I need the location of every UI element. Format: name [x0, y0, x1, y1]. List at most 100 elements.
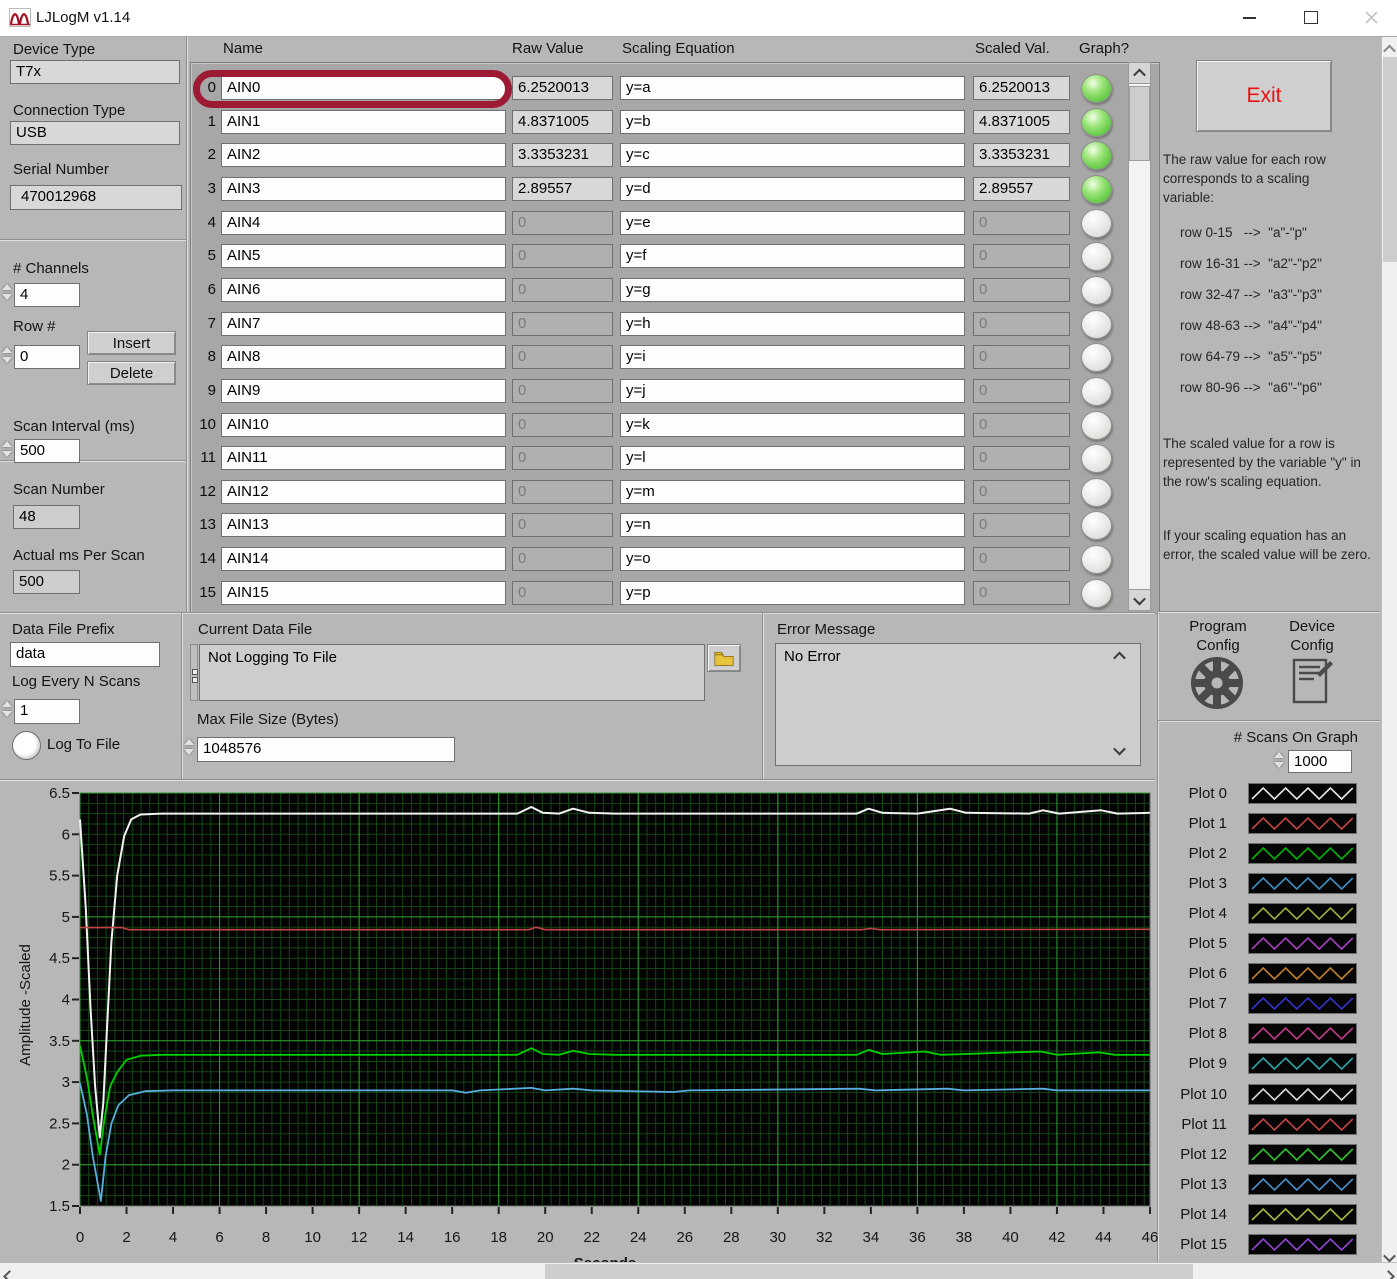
graph-enable-led[interactable]	[1081, 511, 1112, 540]
graph-enable-led[interactable]	[1081, 141, 1112, 170]
max-file-size-spinner[interactable]	[183, 739, 195, 755]
scaling-equation-field[interactable]: y=o	[620, 547, 965, 571]
channel-name-field[interactable]: AIN11	[221, 446, 506, 470]
channel-name-field[interactable]: AIN14	[221, 547, 506, 571]
legend-item[interactable]	[1248, 783, 1357, 804]
log-every-n-spinner[interactable]	[1, 701, 13, 717]
legend-item[interactable]	[1248, 1234, 1357, 1255]
channel-name-field[interactable]: AIN1	[221, 110, 506, 134]
graph-enable-led[interactable]	[1081, 310, 1112, 339]
scaling-equation-field[interactable]: y=d	[620, 177, 965, 201]
channel-name-field[interactable]: AIN10	[221, 413, 506, 437]
insert-button[interactable]: Insert	[87, 331, 176, 355]
error-scroll-down[interactable]	[1115, 742, 1124, 760]
graph-enable-led[interactable]	[1081, 242, 1112, 271]
program-config-button[interactable]	[1190, 656, 1244, 710]
graph-enable-led[interactable]	[1081, 209, 1112, 238]
close-button[interactable]	[1348, 0, 1394, 35]
max-file-size-field[interactable]: 1048576	[197, 737, 455, 762]
channel-name-field[interactable]: AIN8	[221, 345, 506, 369]
scan-interval-field[interactable]: 500	[14, 439, 80, 463]
browse-folder-button[interactable]	[707, 644, 741, 672]
channel-name-field[interactable]: AIN12	[221, 480, 506, 504]
legend-item[interactable]	[1248, 903, 1357, 924]
scans-on-graph-field[interactable]: 1000	[1288, 750, 1352, 773]
graph-enable-led[interactable]	[1081, 411, 1112, 440]
graph-enable-led[interactable]	[1081, 343, 1112, 372]
num-channels-spinner[interactable]	[1, 284, 13, 300]
scaling-equation-field[interactable]: y=i	[620, 345, 965, 369]
delete-button[interactable]: Delete	[87, 361, 176, 385]
scans-on-graph-spinner[interactable]	[1273, 752, 1285, 768]
scaling-equation-field[interactable]: y=f	[620, 244, 965, 268]
num-channels-field[interactable]: 4	[14, 283, 80, 307]
maximize-button[interactable]	[1288, 0, 1334, 35]
scaling-equation-field[interactable]: y=n	[620, 513, 965, 537]
window-horizontal-scrollbar[interactable]	[0, 1262, 1397, 1279]
graph-enable-led[interactable]	[1081, 74, 1112, 103]
legend-item[interactable]	[1248, 873, 1357, 894]
table-scroll-up[interactable]	[1128, 62, 1151, 84]
scaling-equation-field[interactable]: y=k	[620, 413, 965, 437]
table-scroll-thumb[interactable]	[1129, 86, 1150, 161]
minimize-button[interactable]	[1226, 0, 1272, 35]
scaling-equation-field[interactable]: y=e	[620, 211, 965, 235]
channel-name-field[interactable]: AIN3	[221, 177, 506, 201]
channel-name-field[interactable]: AIN13	[221, 513, 506, 537]
channel-name-field[interactable]: AIN15	[221, 581, 506, 605]
legend-item[interactable]	[1248, 1053, 1357, 1074]
legend-item[interactable]	[1248, 1023, 1357, 1044]
scan-interval-spinner[interactable]	[1, 441, 13, 457]
graph-enable-led[interactable]	[1081, 444, 1112, 473]
data-file-prefix-field[interactable]: data	[10, 642, 160, 667]
legend-item[interactable]	[1248, 1084, 1357, 1105]
legend-plot-label: Plot 0	[1165, 785, 1227, 802]
scaling-equation-field[interactable]: y=h	[620, 312, 965, 336]
legend-item[interactable]	[1248, 843, 1357, 864]
channel-name-field[interactable]: AIN6	[221, 278, 506, 302]
current-file-scroll-strip[interactable]	[190, 644, 198, 701]
device-config-button[interactable]	[1290, 654, 1334, 706]
row-number-field[interactable]: 0	[14, 345, 80, 369]
legend-item[interactable]	[1248, 993, 1357, 1014]
scroll-right-arrow[interactable]	[1384, 1268, 1393, 1279]
gear-icon	[1190, 656, 1244, 710]
row-number-spinner[interactable]	[1, 347, 13, 363]
log-to-file-radio[interactable]	[12, 731, 41, 760]
channel-name-field[interactable]: AIN7	[221, 312, 506, 336]
legend-item[interactable]	[1248, 1174, 1357, 1195]
channel-name-field[interactable]: AIN5	[221, 244, 506, 268]
log-every-n-field[interactable]: 1	[14, 699, 80, 724]
channel-name-field[interactable]: AIN4	[221, 211, 506, 235]
scaling-equation-field[interactable]: y=c	[620, 143, 965, 167]
scroll-left-arrow[interactable]	[5, 1268, 14, 1279]
scaling-equation-field[interactable]: y=a	[620, 76, 965, 100]
error-scroll-up[interactable]	[1115, 648, 1124, 666]
legend-item[interactable]	[1248, 963, 1357, 984]
exit-button[interactable]: Exit	[1196, 60, 1332, 132]
graph-enable-led[interactable]	[1081, 579, 1112, 608]
legend-item[interactable]	[1248, 1114, 1357, 1135]
window-vertical-scrollbar[interactable]	[1381, 37, 1397, 1262]
scaling-equation-field[interactable]: y=p	[620, 581, 965, 605]
graph-enable-led[interactable]	[1081, 175, 1112, 204]
channel-name-field[interactable]: AIN9	[221, 379, 506, 403]
channel-name-field[interactable]: AIN2	[221, 143, 506, 167]
legend-item[interactable]	[1248, 933, 1357, 954]
scaling-equation-field[interactable]: y=l	[620, 446, 965, 470]
graph-enable-led[interactable]	[1081, 276, 1112, 305]
channel-name-field[interactable]: AIN0	[221, 76, 506, 100]
legend-item[interactable]	[1248, 1144, 1357, 1165]
graph-enable-led[interactable]	[1081, 478, 1112, 507]
graph-enable-led[interactable]	[1081, 545, 1112, 574]
graph-enable-led[interactable]	[1081, 377, 1112, 406]
scaling-equation-field[interactable]: y=j	[620, 379, 965, 403]
graph-enable-led[interactable]	[1081, 108, 1112, 137]
legend-item[interactable]	[1248, 1204, 1357, 1225]
current-data-file-value: Not Logging To File	[199, 644, 705, 701]
scaling-equation-field[interactable]: y=b	[620, 110, 965, 134]
legend-item[interactable]	[1248, 813, 1357, 834]
table-scroll-down[interactable]	[1128, 589, 1151, 611]
scaling-equation-field[interactable]: y=m	[620, 480, 965, 504]
scaling-equation-field[interactable]: y=g	[620, 278, 965, 302]
